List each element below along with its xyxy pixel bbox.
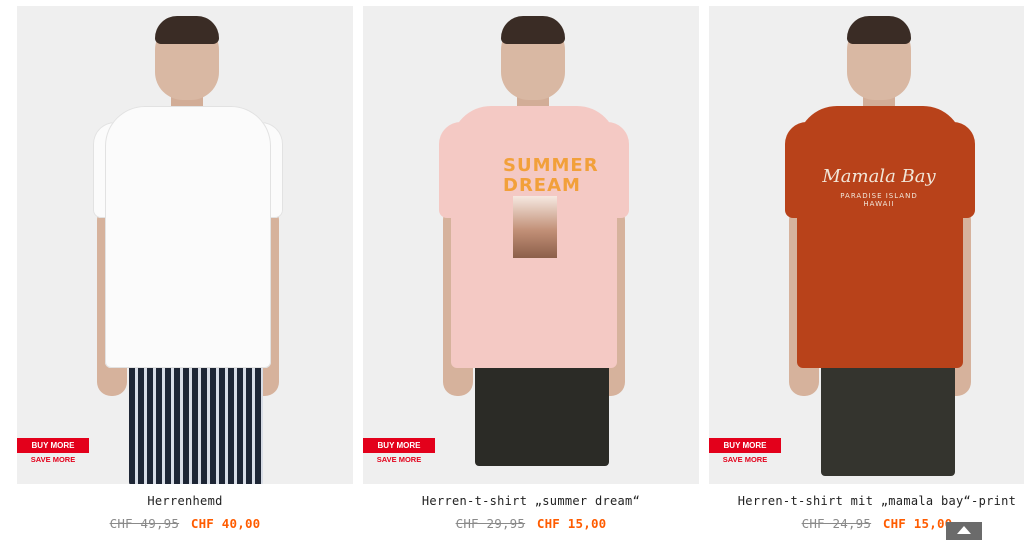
product-image[interactable]: BUY MORE SAVE MORE <box>17 6 353 484</box>
old-price: CHF 29,95 <box>455 516 526 531</box>
promo-badge-sublabel: SAVE MORE <box>722 455 768 464</box>
product-grid: BUY MORE SAVE MORE Herrenhemd CHF 49,95 … <box>0 0 1024 540</box>
chevron-up-icon <box>957 526 971 534</box>
old-price: CHF 49,95 <box>109 516 180 531</box>
promo-badge: BUY MORE SAVE MORE <box>709 438 781 467</box>
shirt-print-text: SUMMER DREAM <box>503 155 599 196</box>
promo-badge: BUY MORE SAVE MORE <box>17 438 89 467</box>
product-card[interactable]: BUY MORE SAVE MORE Herrenhemd CHF 49,95 … <box>17 6 353 531</box>
sale-price: CHF 15,00 <box>882 516 953 531</box>
product-name[interactable]: Herrenhemd <box>17 494 353 508</box>
scroll-to-top-button[interactable] <box>946 522 982 540</box>
old-price: CHF 24,95 <box>801 516 872 531</box>
promo-badge-label: BUY MORE <box>17 438 89 453</box>
product-price: CHF 29,95 CHF 15,00 <box>363 516 699 531</box>
product-price: CHF 49,95 CHF 40,00 <box>17 516 353 531</box>
sale-price: CHF 40,00 <box>190 516 261 531</box>
shirt-print-subtext: PARADISE ISLAND HAWAII <box>840 192 918 208</box>
product-image[interactable]: Mamala Bay PARADISE ISLAND HAWAII BUY MO… <box>709 6 1024 484</box>
promo-badge: BUY MORE SAVE MORE <box>363 438 435 467</box>
promo-badge-label: BUY MORE <box>709 438 781 453</box>
shirt-illustration <box>797 106 963 368</box>
promo-badge-label: BUY MORE <box>363 438 435 453</box>
promo-badge-sublabel: SAVE MORE <box>30 455 76 464</box>
shirt-illustration <box>105 106 271 368</box>
promo-badge-sublabel: SAVE MORE <box>376 455 422 464</box>
sale-price: CHF 15,00 <box>536 516 607 531</box>
product-image[interactable]: SUMMER DREAM BUY MORE SAVE MORE <box>363 6 699 484</box>
product-card[interactable]: Mamala Bay PARADISE ISLAND HAWAII BUY MO… <box>709 6 1024 531</box>
product-card[interactable]: SUMMER DREAM BUY MORE SAVE MORE Herren-t… <box>363 6 699 531</box>
shirt-print-text: Mamala Bay <box>822 166 936 187</box>
product-name[interactable]: Herren-t-shirt „summer dream“ <box>363 494 699 508</box>
shirt-print-photo <box>513 196 557 258</box>
product-name[interactable]: Herren-t-shirt mit „mamala bay“-print <box>709 494 1024 508</box>
